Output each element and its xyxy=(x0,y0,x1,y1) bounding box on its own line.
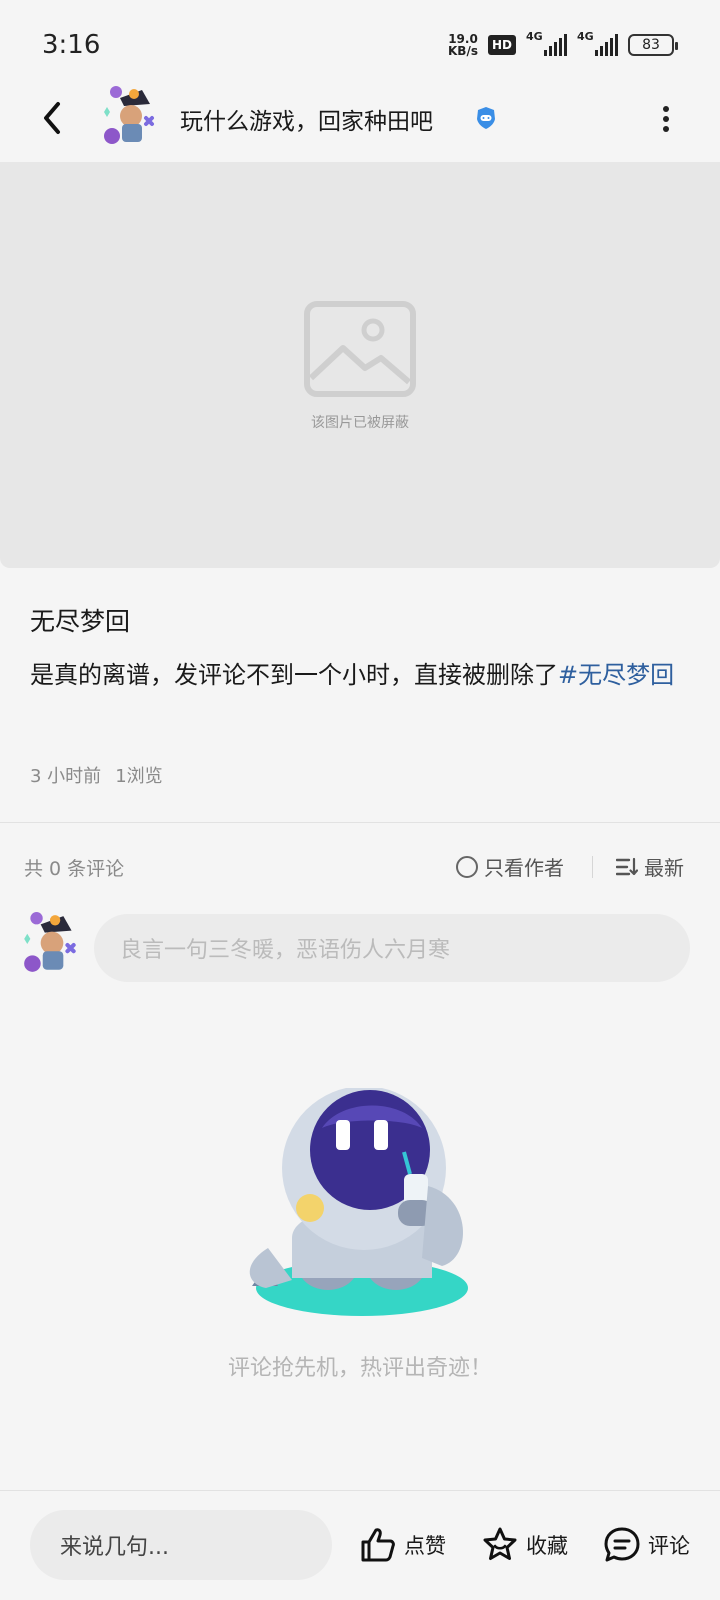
sort-label: 最新 xyxy=(644,856,684,880)
back-icon xyxy=(44,102,60,134)
status-icons: 19.0 KB/s HD 4G 4G 83 xyxy=(448,30,678,60)
radio-icon xyxy=(456,855,478,878)
star-icon xyxy=(483,1527,517,1560)
post-title: 无尽梦回 xyxy=(30,607,131,636)
net-speed: 19.0 KB/s xyxy=(448,32,478,58)
blocked-image-placeholder[interactable]: 该图片已被屏蔽 xyxy=(0,162,720,568)
comment-label: 评论 xyxy=(648,1534,690,1558)
thumbs-up-icon xyxy=(361,1528,395,1562)
only-author-label: 只看作者 xyxy=(484,856,564,880)
only-author-toggle[interactable]: 只看作者 xyxy=(456,852,564,881)
like-button[interactable]: 点赞 xyxy=(358,1520,446,1570)
like-label: 点赞 xyxy=(404,1534,446,1558)
image-placeholder-icon xyxy=(304,301,416,397)
sort-button[interactable]: 最新 xyxy=(616,852,684,881)
comment-button[interactable]: 评论 xyxy=(602,1520,690,1570)
comment-bubble-icon xyxy=(604,1527,640,1562)
post-time: 3 小时前 xyxy=(30,766,102,787)
robot-mascot-illustration xyxy=(249,1088,468,1316)
forum-avatar[interactable] xyxy=(98,84,164,150)
blocked-image-text: 该图片已被屏蔽 xyxy=(311,415,409,431)
post-content: 是真的离谱，发评论不到一个小时，直接被删除了#无尽梦回 xyxy=(30,650,680,700)
empty-comments-text: 评论抢先机，热评出奇迹！ xyxy=(227,1356,492,1381)
divider xyxy=(0,822,720,823)
status-time: 3:16 xyxy=(42,30,101,60)
back-button[interactable] xyxy=(30,96,74,140)
favorite-label: 收藏 xyxy=(526,1534,568,1558)
more-icon xyxy=(663,106,669,112)
forum-title[interactable]: 玩什么游戏，回家种田吧 xyxy=(180,102,433,136)
user-avatar xyxy=(18,910,86,978)
signal-icon-2: 4G xyxy=(577,30,618,56)
bottom-comment-input[interactable]: 来说几句... xyxy=(30,1510,332,1580)
separator xyxy=(592,856,593,878)
sort-icon xyxy=(616,857,638,875)
signal-icon: 4G xyxy=(526,30,567,56)
post-views: 1浏览 xyxy=(115,766,163,787)
hd-badge: HD xyxy=(487,35,516,55)
hashtag-link[interactable]: #无尽梦回 xyxy=(558,661,674,689)
favorite-button[interactable]: 收藏 xyxy=(480,1520,568,1570)
more-button[interactable] xyxy=(654,102,678,136)
post-text: 是真的离谱，发评论不到一个小时，直接被删除了 xyxy=(30,661,558,689)
post-meta: 3 小时前 1浏览 xyxy=(30,762,163,788)
bottom-divider xyxy=(0,1490,720,1491)
status-bar: 3:16 19.0 KB/s HD 4G 4G 83 xyxy=(0,0,720,88)
top-nav: 玩什么游戏，回家种田吧 xyxy=(0,80,720,162)
comment-input[interactable]: 良言一句三冬暖，恶语伤人六月寒 xyxy=(94,914,690,982)
comment-count: 共 0 条评论 xyxy=(24,858,125,880)
battery-icon: 83 xyxy=(628,34,678,56)
verified-game-icon xyxy=(477,107,495,129)
